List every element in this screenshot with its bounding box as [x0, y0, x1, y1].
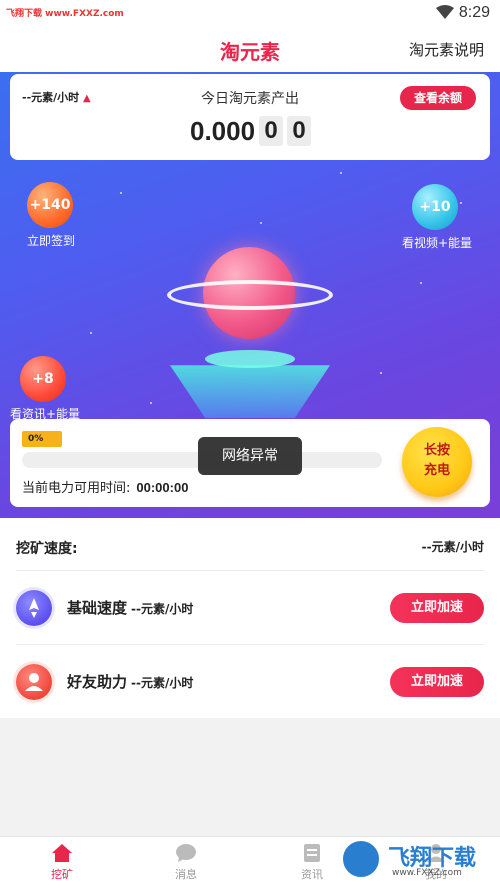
clock: 8:29 — [458, 4, 490, 21]
tab-mining[interactable]: 挖矿 — [32, 843, 92, 882]
divider — [16, 644, 484, 645]
brand-watermark-logo: 飞翔下载 www.FXXZ.com — [340, 836, 492, 884]
news-icon — [304, 844, 320, 862]
signin-bubble[interactable]: +140 — [27, 182, 73, 228]
power-time: 当前电力可用时间: 00:00:00 — [22, 480, 189, 496]
speed-total: --元素/小时 — [421, 540, 484, 554]
user-icon — [16, 664, 52, 700]
row-title: 基础速度 --元素/小时 — [67, 599, 194, 617]
list-item: 基础速度 --元素/小时 立即加速 — [0, 580, 500, 636]
planet-ring-illustration — [167, 280, 333, 310]
chat-icon — [176, 844, 196, 862]
network-error-toast: 网络异常 — [198, 437, 302, 475]
tab-messages[interactable]: 消息 — [156, 843, 216, 882]
tab-news[interactable]: 资讯 — [282, 843, 342, 882]
app-header: 淘元素 淘元素说明 — [0, 28, 500, 72]
percent-badge: 0% — [22, 431, 62, 447]
power-time-value: 00:00:00 — [136, 480, 189, 495]
beam-top-illustration — [205, 350, 295, 368]
rocket-icon — [16, 590, 52, 626]
output-value: 0.000 0 0 — [190, 114, 312, 148]
hold-to-charge-button[interactable]: 长按 充电 — [402, 427, 472, 497]
view-balance-button[interactable]: 查看余额 — [400, 86, 476, 110]
accelerate-button[interactable]: 立即加速 — [390, 593, 484, 623]
bottom-tab-bar: 挖矿 消息 资讯 我的 飞翔下载 www.FXXZ.com — [0, 836, 500, 888]
row-title: 好友助力 --元素/小时 — [67, 673, 194, 691]
explain-link[interactable]: 淘元素说明 — [409, 39, 484, 60]
output-value-main: 0.000 — [190, 115, 256, 146]
video-bubble[interactable]: +10 — [412, 184, 458, 230]
speed-section: 挖矿速度: --元素/小时 基础速度 --元素/小时 立即加速 好友助力 --元素/… — [0, 518, 500, 718]
divider — [16, 570, 484, 571]
news-bubble[interactable]: +8 — [20, 356, 66, 402]
brand-logo-icon — [340, 838, 382, 880]
watermark-text: 飞翔下载 www.FXXZ.com — [6, 9, 124, 19]
signin-label[interactable]: 立即签到 — [27, 232, 75, 249]
video-label[interactable]: 看视频+能量 — [402, 234, 472, 251]
wifi-icon — [436, 5, 454, 19]
accelerate-button[interactable]: 立即加速 — [390, 667, 484, 697]
speed-header: 挖矿速度: — [16, 541, 78, 557]
status-bar: 飞翔下载 www.FXXZ.com 8:29 — [0, 0, 500, 28]
output-card: --元素/小时 ▲ 今日淘元素产出 查看余额 0.000 0 0 — [10, 74, 490, 160]
output-digit: 0 — [259, 116, 284, 146]
home-icon — [52, 844, 72, 862]
list-item: 好友助力 --元素/小时 立即加速 — [0, 654, 500, 710]
output-digit: 0 — [287, 116, 312, 146]
